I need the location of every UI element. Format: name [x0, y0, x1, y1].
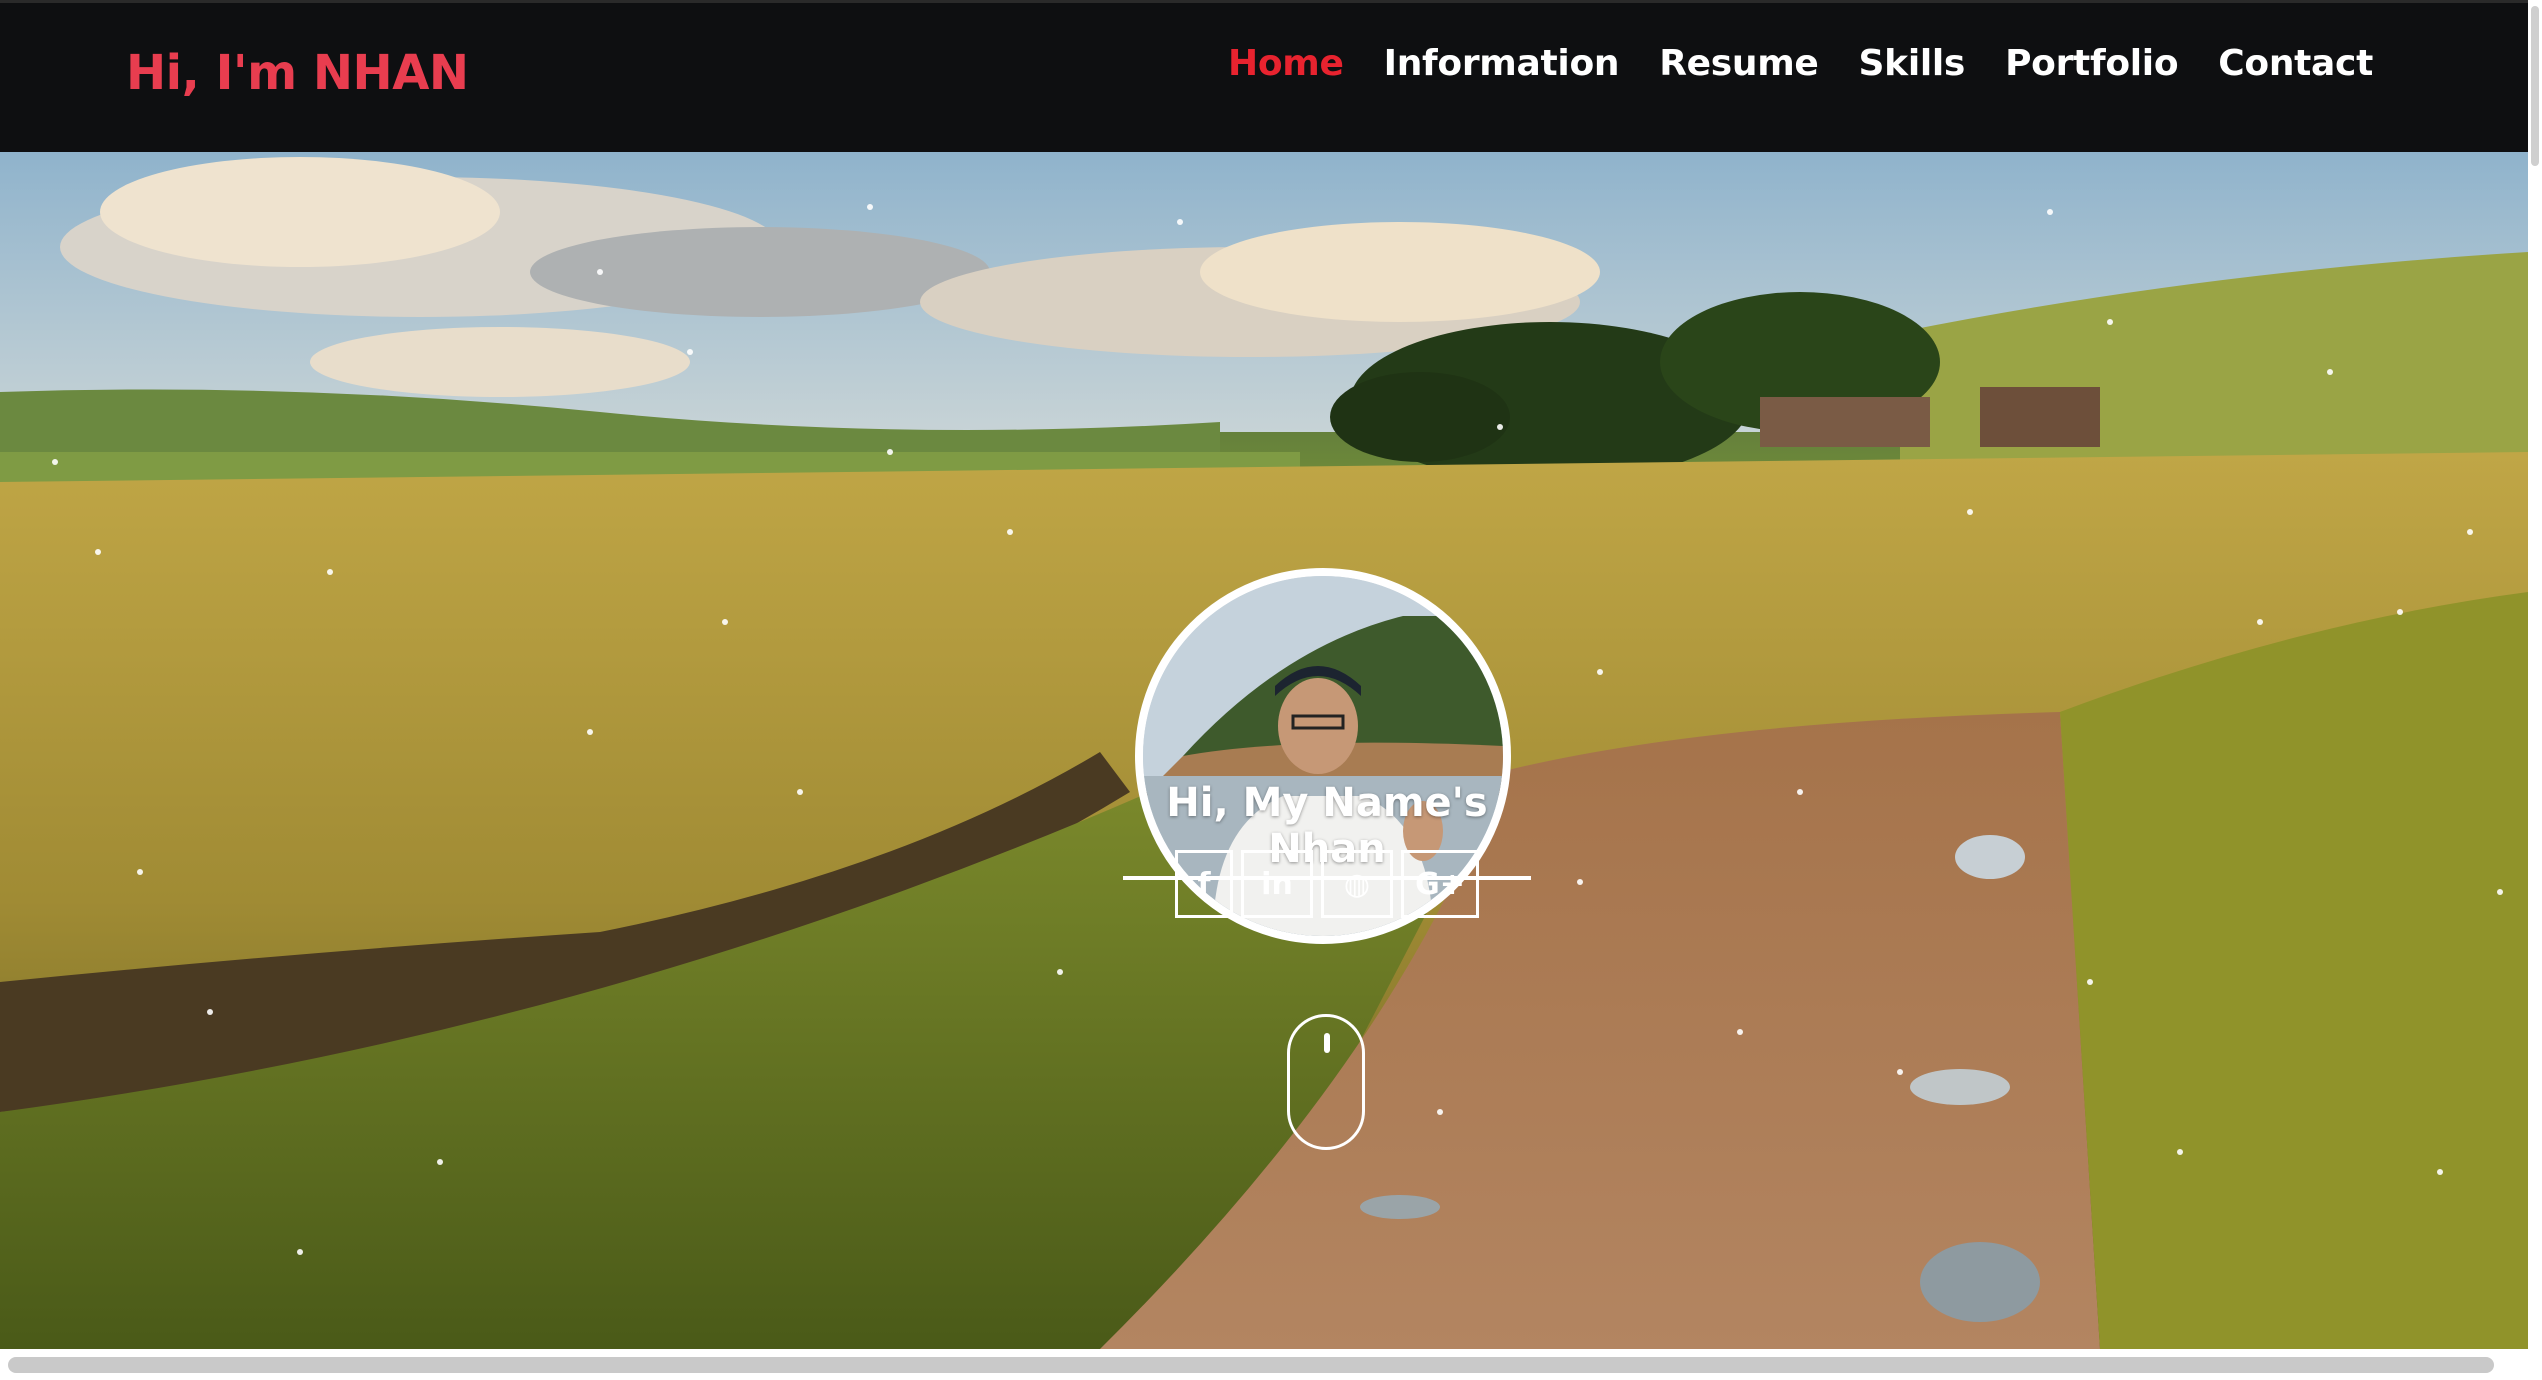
linkedin-glyph: in [1261, 866, 1293, 902]
brand-title[interactable]: Hi, I'm NHAN [126, 45, 469, 101]
linkedin-icon[interactable]: in [1241, 850, 1313, 918]
github-icon[interactable]: ◍ [1321, 850, 1393, 918]
mouse-scroll-icon[interactable] [1287, 1014, 1365, 1150]
nav-item-skills[interactable]: Skills [1859, 43, 1966, 84]
nav-item-information[interactable]: Information [1384, 43, 1620, 84]
horizontal-scrollbar-thumb[interactable] [8, 1357, 2494, 1373]
vertical-scrollbar[interactable] [2528, 0, 2542, 1380]
facebook-icon[interactable]: f [1175, 850, 1233, 918]
facebook-glyph: f [1197, 866, 1211, 902]
nav-item-contact[interactable]: Contact [2218, 43, 2373, 84]
nav-item-home[interactable]: Home [1228, 43, 1344, 84]
hero-section: Hi, My Name's Nhan f in ◍ G+ [0, 152, 2528, 1349]
top-navbar: Hi, I'm NHAN Home Information Resume Ski… [0, 3, 2528, 152]
vertical-scrollbar-thumb[interactable] [2531, 6, 2539, 166]
nav-item-portfolio[interactable]: Portfolio [2005, 43, 2178, 84]
social-links: f in ◍ G+ [1175, 850, 1479, 918]
github-glyph: ◍ [1343, 866, 1371, 902]
main-nav: Home Information Resume Skills Portfolio… [1228, 43, 2373, 84]
nav-item-resume[interactable]: Resume [1659, 43, 1819, 84]
google-plus-glyph: G+ [1415, 866, 1465, 902]
mouse-scroll-wheel [1324, 1033, 1330, 1053]
google-plus-icon[interactable]: G+ [1401, 850, 1479, 918]
